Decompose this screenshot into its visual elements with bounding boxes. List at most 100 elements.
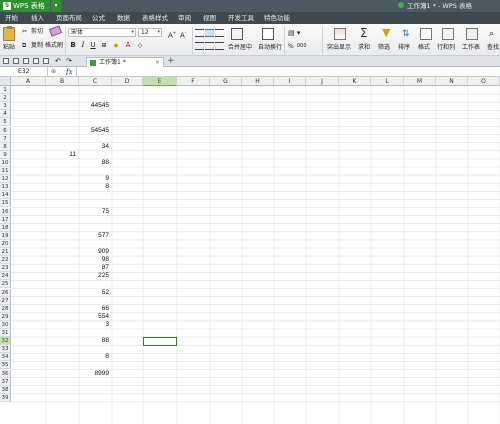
align-top-icon[interactable] — [195, 29, 204, 37]
worksheet-button[interactable]: 工作表 — [462, 43, 480, 52]
clear-format-icon[interactable]: ◇ — [136, 41, 144, 50]
format-painter-button[interactable]: 格式刷 — [45, 41, 63, 50]
app-menu-dropdown-icon[interactable]: ▾ — [51, 0, 61, 12]
cell-c12[interactable]: 9 — [79, 175, 112, 183]
save-icon[interactable] — [13, 58, 19, 64]
menu-tab-insert[interactable]: 插入 — [31, 12, 44, 24]
sum-icon[interactable]: Σ — [360, 26, 368, 40]
cell-c19[interactable]: 577 — [79, 232, 112, 240]
menu-tab-page-layout[interactable]: 页面布局 — [56, 12, 82, 24]
increase-font-icon[interactable]: A+ — [168, 28, 176, 40]
worksheet-icon[interactable] — [466, 28, 478, 40]
align-center-icon[interactable] — [205, 42, 214, 50]
row-header-8[interactable]: 8 — [0, 142, 11, 151]
row-header-34[interactable]: 34 — [0, 353, 11, 362]
row-header-3[interactable]: 3 — [0, 102, 11, 111]
row-header-13[interactable]: 13 — [0, 183, 11, 192]
row-col-button[interactable]: 行和列 — [437, 43, 455, 52]
fill-color-icon[interactable]: ◆ — [112, 41, 120, 50]
cell-c21[interactable]: 909 — [79, 248, 112, 256]
undo-icon[interactable]: ↶ — [55, 57, 61, 66]
column-header-m[interactable]: M — [404, 77, 436, 86]
new-tab-button[interactable]: + — [167, 56, 175, 67]
print-icon[interactable] — [33, 58, 39, 64]
column-header-j[interactable]: J — [306, 77, 339, 86]
row-header-35[interactable]: 35 — [0, 361, 11, 370]
conditional-format-button[interactable]: 突出显示 — [327, 43, 351, 52]
cell-c8[interactable]: 34 — [79, 143, 112, 151]
font-size-select[interactable]: 12 ▾ — [138, 28, 162, 37]
spreadsheet-grid[interactable]: ABCDEFGHIJKLMNO 1 2 3 4 5 6 7 8 9 10 11 12 13 14 15 16 1… — [0, 77, 500, 424]
row-header-6[interactable]: 6 — [0, 126, 11, 135]
column-header-f[interactable]: F — [177, 77, 210, 86]
redo-icon[interactable]: ↷ — [66, 57, 72, 66]
font-color-icon[interactable]: A — [124, 41, 132, 50]
format-button[interactable]: 格式 — [418, 43, 430, 52]
sort-icon[interactable]: ⇅ — [402, 27, 410, 41]
copy-button[interactable]: 复制 — [31, 41, 43, 50]
column-header-e[interactable]: E — [143, 77, 177, 86]
cell-c13[interactable]: 8 — [79, 183, 112, 191]
column-header-i[interactable]: I — [274, 77, 306, 86]
column-header-h[interactable]: H — [242, 77, 274, 86]
cell-c26[interactable]: 52 — [79, 289, 112, 297]
wrap-text-icon[interactable] — [262, 28, 274, 40]
cell-c10[interactable]: 88 — [79, 159, 112, 167]
cell-c23[interactable]: 87 — [79, 264, 112, 272]
column-header-c[interactable]: C — [79, 77, 112, 86]
column-header-d[interactable]: D — [112, 77, 143, 86]
insert-function-button[interactable]: fx — [66, 67, 73, 77]
cut-icon[interactable]: ✂ — [22, 27, 27, 36]
row-header-33[interactable]: 33 — [0, 345, 11, 354]
percent-button[interactable]: % — [288, 42, 294, 51]
column-header-a[interactable]: A — [11, 77, 46, 86]
row-header-39[interactable]: 39 — [0, 393, 11, 402]
number-format-select[interactable]: ▤ ▾ — [288, 29, 300, 38]
menu-tab-developer[interactable]: 开发工具 — [228, 12, 254, 24]
row-header-15[interactable]: 15 — [0, 199, 11, 208]
row-header-28[interactable]: 28 — [0, 304, 11, 313]
cell-c29[interactable]: 554 — [79, 313, 112, 321]
name-box[interactable]: E32 — [0, 67, 48, 77]
row-header-36[interactable]: 36 — [0, 369, 11, 378]
format-icon[interactable] — [420, 28, 432, 40]
menu-tab-formulas[interactable]: 公式 — [92, 12, 105, 24]
filter-icon[interactable]: ▼ — [382, 26, 390, 40]
print-preview-icon[interactable] — [23, 58, 29, 64]
filter-button[interactable]: 筛选 — [378, 43, 390, 52]
align-right-icon[interactable] — [215, 42, 224, 50]
home-icon[interactable] — [3, 58, 9, 64]
decrease-font-icon[interactable]: A- — [180, 28, 186, 40]
row-header-18[interactable]: 18 — [0, 223, 11, 232]
column-header-k[interactable]: K — [339, 77, 371, 86]
row-header-27[interactable]: 27 — [0, 296, 11, 305]
menu-tab-review[interactable]: 审阅 — [178, 12, 191, 24]
row-header-29[interactable]: 29 — [0, 312, 11, 321]
menu-tab-special[interactable]: 特色功能 — [264, 12, 290, 24]
align-left-icon[interactable] — [195, 42, 204, 50]
menu-tab-table-style[interactable]: 表格样式 — [142, 12, 168, 24]
row-header-7[interactable]: 7 — [0, 134, 11, 143]
cell-c22[interactable]: 98 — [79, 256, 112, 264]
row-header-30[interactable]: 30 — [0, 320, 11, 329]
zoom-formula-icon[interactable]: ⊕ — [48, 67, 56, 77]
cell-c28[interactable]: 66 — [79, 305, 112, 313]
row-header-21[interactable]: 21 — [0, 248, 11, 257]
menu-tab-home[interactable]: 开始 — [5, 12, 18, 24]
output-pdf-icon[interactable] — [43, 58, 49, 64]
row-header-11[interactable]: 11 — [0, 167, 11, 176]
row-header-12[interactable]: 12 — [0, 175, 11, 184]
cell-b9[interactable]: 11 — [46, 151, 79, 159]
sort-button[interactable]: 排序 — [398, 43, 410, 52]
cell-c30[interactable]: 3 — [79, 321, 112, 329]
row-header-23[interactable]: 23 — [0, 264, 11, 273]
row-header-10[interactable]: 10 — [0, 158, 11, 167]
underline-icon[interactable]: U — [89, 41, 97, 50]
document-tab[interactable]: 工作簿1 * × — [86, 57, 164, 67]
sum-button[interactable]: 求和 — [358, 43, 370, 52]
row-header-17[interactable]: 17 — [0, 215, 11, 224]
italic-icon[interactable]: I — [79, 41, 87, 50]
row-header-16[interactable]: 16 — [0, 207, 11, 216]
row-header-20[interactable]: 20 — [0, 239, 11, 248]
row-header-2[interactable]: 2 — [0, 94, 11, 103]
